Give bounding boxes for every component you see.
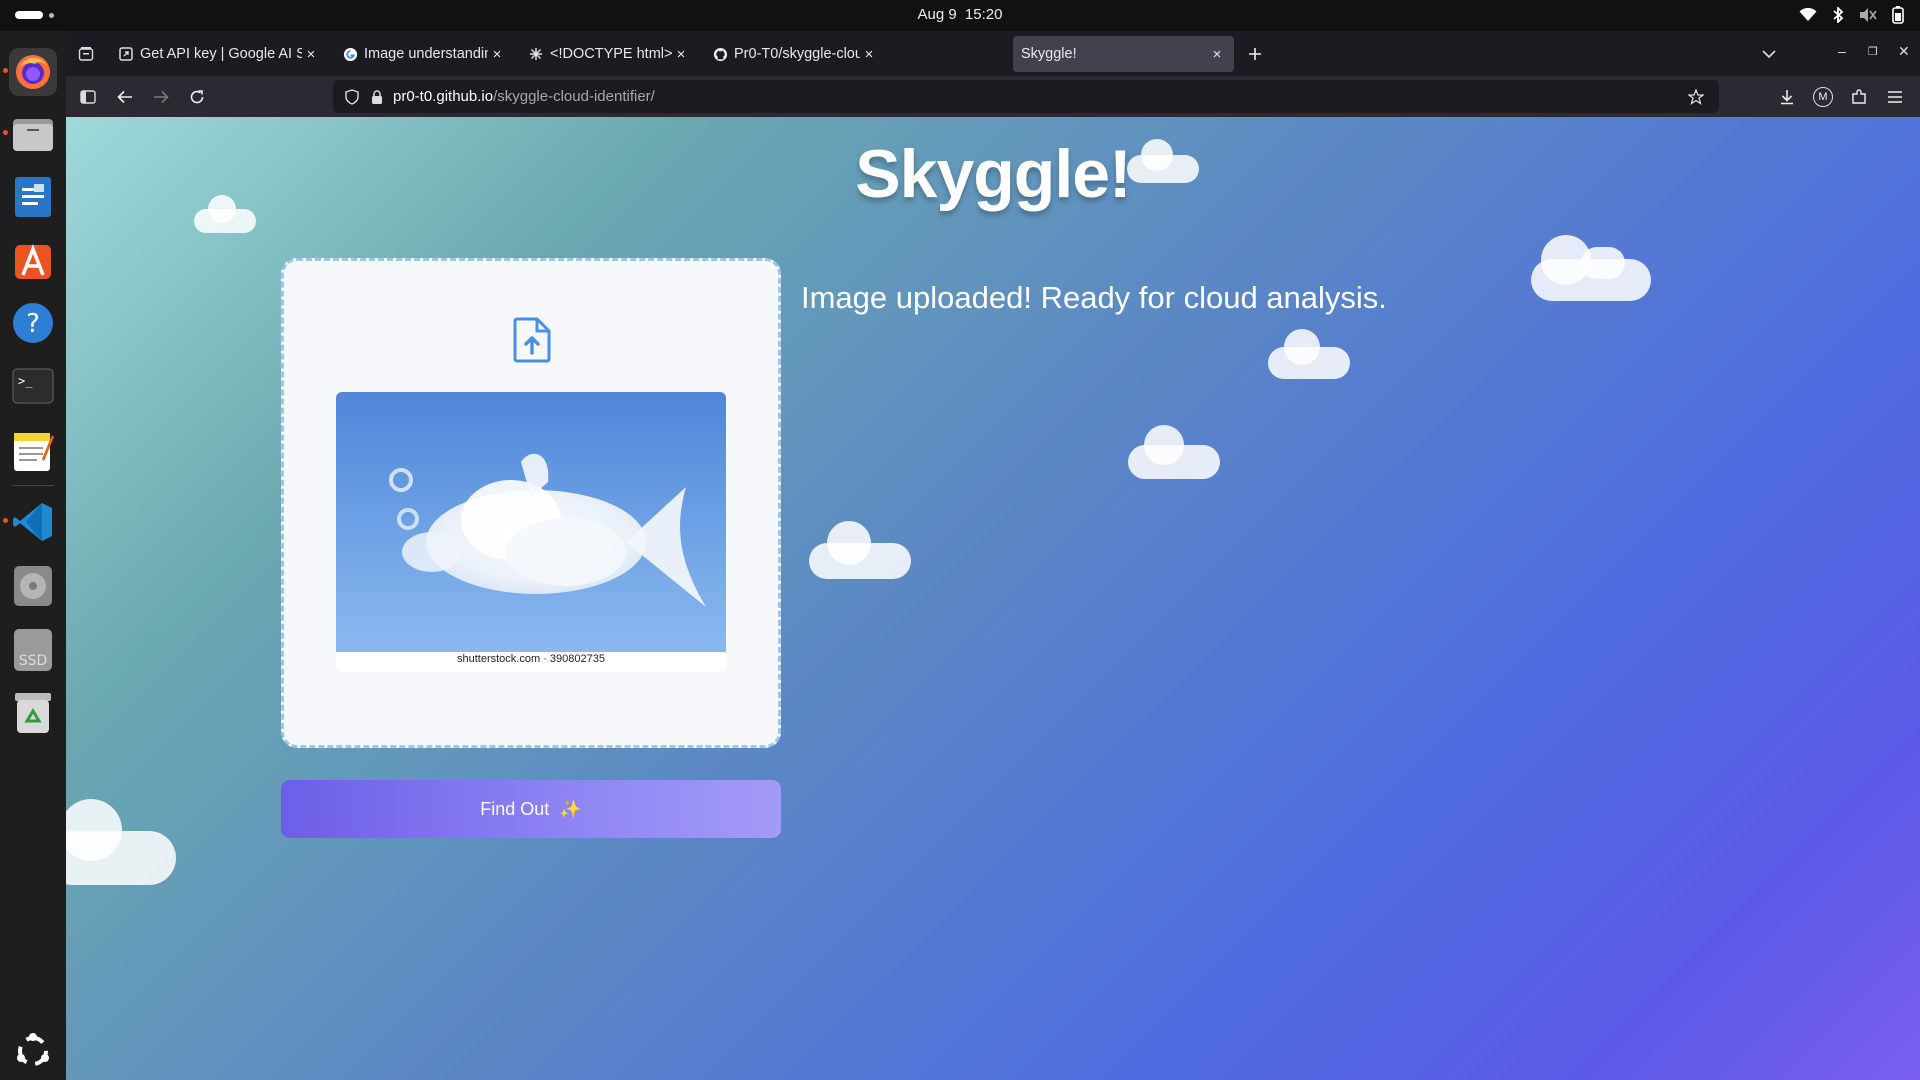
- firefox-icon[interactable]: [9, 48, 57, 96]
- close-tab-icon[interactable]: ×: [860, 46, 878, 63]
- disk-icon[interactable]: [9, 562, 57, 610]
- find-out-label: Find Out: [480, 798, 550, 819]
- browser-tab-bar: Get API key | Google AI St × Image under…: [66, 31, 1920, 76]
- running-indicator: [3, 68, 8, 73]
- close-tab-icon[interactable]: ×: [488, 46, 506, 63]
- writer-icon[interactable]: [9, 173, 57, 221]
- ssd-label: SSD: [19, 653, 48, 669]
- tab-skyggle[interactable]: Skyggle! ×: [1013, 36, 1234, 72]
- new-tab-icon[interactable]: [1242, 41, 1268, 67]
- image-dropzone[interactable]: shutterstock.com · 390802735: [281, 258, 781, 748]
- dock-separator: [12, 485, 54, 486]
- terminal-icon[interactable]: >_: [9, 362, 57, 410]
- profile-initial: M: [1813, 87, 1833, 107]
- decorative-cloud: [1128, 425, 1220, 479]
- show-apps-icon[interactable]: [9, 1027, 57, 1075]
- close-window-icon[interactable]: ✕: [1898, 43, 1910, 60]
- tab-doctype-html[interactable]: <!DOCTYPE html> <html l ×: [520, 36, 698, 72]
- google-ai-studio-icon: [118, 46, 134, 62]
- bookmark-star-icon[interactable]: [1683, 84, 1709, 110]
- reload-icon[interactable]: [184, 84, 210, 110]
- tab-image-understanding[interactable]: Image understanding | G ×: [334, 36, 514, 72]
- skyggle-page: Skyggle! shutterstock.com · 390802735 Im…: [66, 117, 1920, 1080]
- tab-label: Get API key | Google AI St: [140, 46, 302, 62]
- downloads-icon[interactable]: [1774, 84, 1800, 110]
- restore-icon[interactable]: ❐: [1868, 45, 1878, 58]
- battery-icon[interactable]: [1888, 5, 1908, 25]
- text-editor-icon[interactable]: [9, 427, 57, 475]
- trash-icon[interactable]: [9, 689, 57, 737]
- bluetooth-icon[interactable]: [1828, 5, 1848, 25]
- clock-time: 15:20: [964, 6, 1003, 23]
- minimize-icon[interactable]: –: [1838, 43, 1846, 59]
- running-indicator: [3, 130, 8, 135]
- system-tray[interactable]: [1798, 5, 1908, 25]
- app-center-icon[interactable]: [9, 236, 57, 284]
- running-indicator: [3, 518, 8, 523]
- tab-label: Skyggle!: [1021, 46, 1077, 62]
- google-icon: [342, 46, 358, 62]
- tab-label: <!DOCTYPE html> <html l: [550, 46, 672, 62]
- volume-muted-icon[interactable]: [1858, 5, 1878, 25]
- close-tab-icon[interactable]: ×: [302, 46, 320, 63]
- uploaded-image-preview: shutterstock.com · 390802735: [336, 392, 726, 672]
- tab-google-ai-studio[interactable]: Get API key | Google AI St ×: [110, 36, 328, 72]
- github-icon: [712, 46, 728, 62]
- forward-icon[interactable]: [148, 84, 174, 110]
- url-path: /skyggle-cloud-identifier/: [493, 88, 655, 105]
- sidebar-toggle-icon[interactable]: [75, 84, 101, 110]
- close-tab-icon[interactable]: ×: [672, 46, 690, 63]
- file-upload-icon[interactable]: [513, 317, 551, 368]
- wifi-icon[interactable]: [1798, 5, 1818, 25]
- extensions-icon[interactable]: [1846, 84, 1872, 110]
- tab-github-repo[interactable]: Pr0-T0/skyggle-cloud-ide ×: [704, 36, 886, 72]
- account-avatar[interactable]: M: [1810, 84, 1836, 110]
- decorative-cloud: [66, 799, 176, 885]
- page-title: Skyggle!: [855, 136, 1131, 212]
- status-message: Image uploaded! Ready for cloud analysis…: [801, 280, 1387, 315]
- tab-label: Pr0-T0/skyggle-cloud-ide: [734, 46, 860, 62]
- lock-icon[interactable]: [364, 84, 390, 110]
- sparkles-icon: ✨: [559, 798, 582, 819]
- browser-nav-bar: pr0-t0.github.io/skyggle-cloud-identifie…: [66, 76, 1920, 117]
- close-tab-icon[interactable]: ×: [1208, 46, 1226, 63]
- tab-label: Image understanding | G: [364, 46, 488, 62]
- url-host: pr0-t0.github.io: [393, 88, 494, 105]
- system-top-bar: Aug 9 15:20: [0, 0, 1920, 31]
- claude-icon: [528, 46, 544, 62]
- firefox-view-icon[interactable]: [73, 41, 99, 67]
- dock: ? >_ SSD: [0, 31, 66, 1080]
- svg-text:?: ?: [26, 309, 40, 339]
- decorative-cloud: [1531, 235, 1651, 301]
- vscode-icon[interactable]: [9, 498, 57, 546]
- decorative-cloud: [1268, 329, 1350, 379]
- files-icon[interactable]: [9, 110, 57, 158]
- decorative-cloud: [809, 521, 911, 579]
- tab-list-chevron-down-icon[interactable]: [1756, 41, 1782, 67]
- find-out-button[interactable]: Find Out ✨: [281, 780, 781, 838]
- address-bar[interactable]: pr0-t0.github.io/skyggle-cloud-identifie…: [333, 80, 1719, 113]
- svg-text:>_: >_: [18, 374, 33, 388]
- url-text[interactable]: pr0-t0.github.io/skyggle-cloud-identifie…: [393, 88, 655, 105]
- clock[interactable]: Aug 9 15:20: [0, 6, 1920, 23]
- back-icon[interactable]: [112, 84, 138, 110]
- clock-date: Aug 9: [917, 6, 957, 23]
- shield-icon[interactable]: [339, 84, 365, 110]
- fish-cloud-photo: [336, 392, 726, 652]
- help-icon[interactable]: ?: [9, 299, 57, 347]
- menu-hamburger-icon[interactable]: [1882, 84, 1908, 110]
- image-caption: shutterstock.com · 390802735: [457, 653, 605, 665]
- ssd-drive-icon[interactable]: SSD: [9, 626, 57, 674]
